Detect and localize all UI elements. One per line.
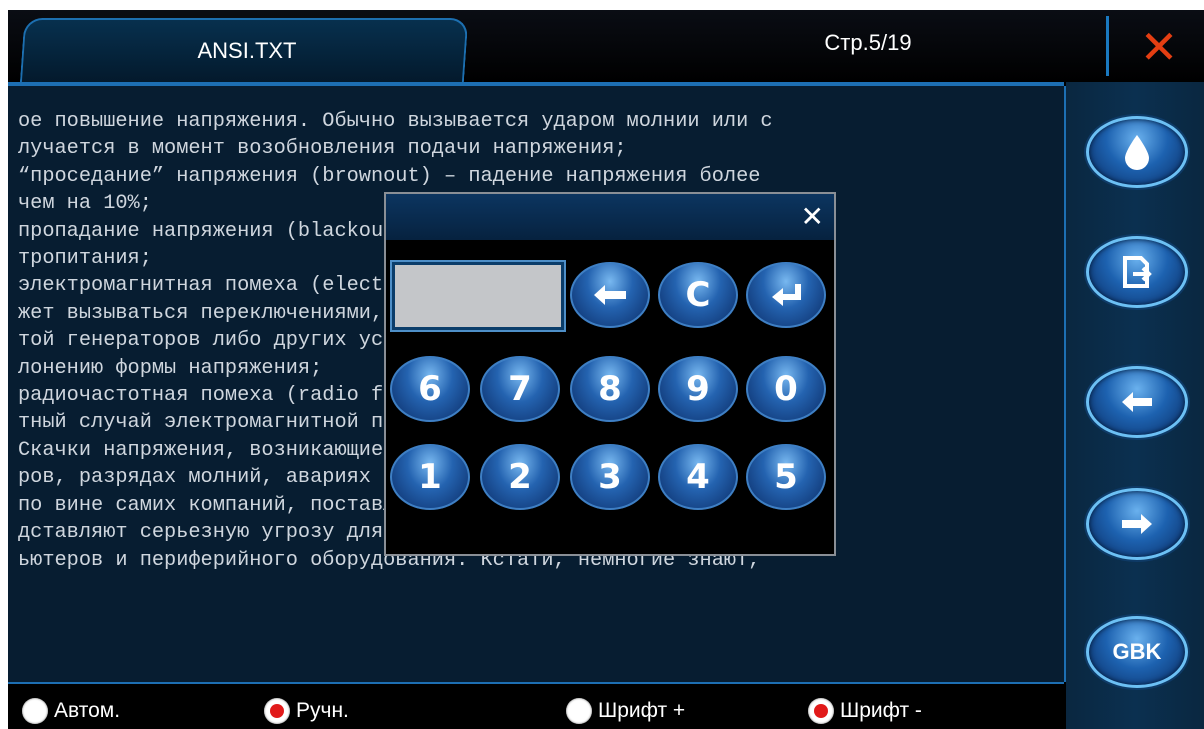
export-button[interactable] — [1086, 236, 1188, 308]
radio-icon — [808, 698, 834, 724]
digit-key-5[interactable]: 5 — [746, 444, 826, 510]
auto-option-label: Автом. — [54, 699, 121, 722]
digit-key-2[interactable]: 2 — [480, 444, 560, 510]
gbk-button[interactable]: GBK — [1086, 616, 1188, 688]
dialog-title-bar: ✕ — [386, 194, 834, 240]
close-icon[interactable]: ✕ — [801, 200, 824, 233]
backspace-key[interactable] — [570, 262, 650, 328]
text-line: ое повышение напряжения. Обычно вызывает… — [18, 110, 773, 133]
manual-option-label: Ручн. — [296, 699, 349, 722]
backspace-icon — [594, 285, 626, 305]
font-decrease-label: Шрифт - — [840, 699, 922, 722]
gbk-label: GBK — [1112, 639, 1162, 664]
radio-icon — [264, 698, 290, 724]
next-page-button[interactable] — [1086, 488, 1188, 560]
font-increase-option[interactable]: Шрифт + — [566, 698, 685, 724]
digit-key-1[interactable]: 1 — [390, 444, 470, 510]
page-indicator: Стр.5/19 — [824, 30, 912, 55]
previous-page-button[interactable] — [1086, 366, 1188, 438]
text-line: лучается в момент возобновления подачи н… — [18, 137, 627, 161]
top-bar: ANSI.TXT Стр.5/19 ✕ — [8, 10, 1204, 86]
font-decrease-option[interactable]: Шрифт - — [808, 698, 922, 724]
divider — [1106, 16, 1109, 76]
enter-icon — [772, 284, 801, 306]
arrow-right-icon — [1122, 514, 1152, 534]
screen: ANSI.TXT Стр.5/19 ✕ ое повышение напряже… — [8, 10, 1204, 729]
bottom-bar: Автом. Ручн. Шрифт + Шрифт - — [8, 682, 1064, 729]
radio-icon — [22, 698, 48, 724]
text-line: лонению формы напряжения; — [18, 356, 323, 380]
digit-key-7[interactable]: 7 — [480, 356, 560, 422]
enter-key[interactable] — [746, 262, 826, 328]
sidebar: GBK — [1066, 82, 1204, 729]
page-number-input[interactable] — [390, 260, 566, 332]
arrow-left-icon — [1122, 392, 1152, 412]
auto-option[interactable]: Автом. — [22, 698, 120, 724]
text-line: “проседание” напряжения (brownout) – пад… — [18, 164, 761, 188]
keypad-dialog: ✕ C 6 7 8 9 0 1 2 3 4 5 — [384, 192, 836, 556]
clear-key[interactable]: C — [658, 262, 738, 328]
export-file-icon — [1123, 256, 1152, 288]
close-icon[interactable]: ✕ — [1136, 24, 1182, 70]
font-increase-label: Шрифт + — [598, 699, 686, 722]
brightness-button[interactable] — [1086, 116, 1188, 188]
digit-key-3[interactable]: 3 — [570, 444, 650, 510]
manual-option[interactable]: Ручн. — [264, 698, 349, 724]
text-line: тропитания; — [18, 247, 152, 271]
digit-key-9[interactable]: 9 — [658, 356, 738, 422]
digit-key-8[interactable]: 8 — [570, 356, 650, 422]
text-line: чем на 10%; — [18, 192, 152, 216]
radio-icon — [566, 698, 592, 724]
water-drop-icon — [1125, 135, 1149, 170]
digit-key-0[interactable]: 0 — [746, 356, 826, 422]
digit-key-6[interactable]: 6 — [390, 356, 470, 422]
digit-key-4[interactable]: 4 — [658, 444, 738, 510]
file-name: ANSI.TXT — [197, 38, 297, 63]
